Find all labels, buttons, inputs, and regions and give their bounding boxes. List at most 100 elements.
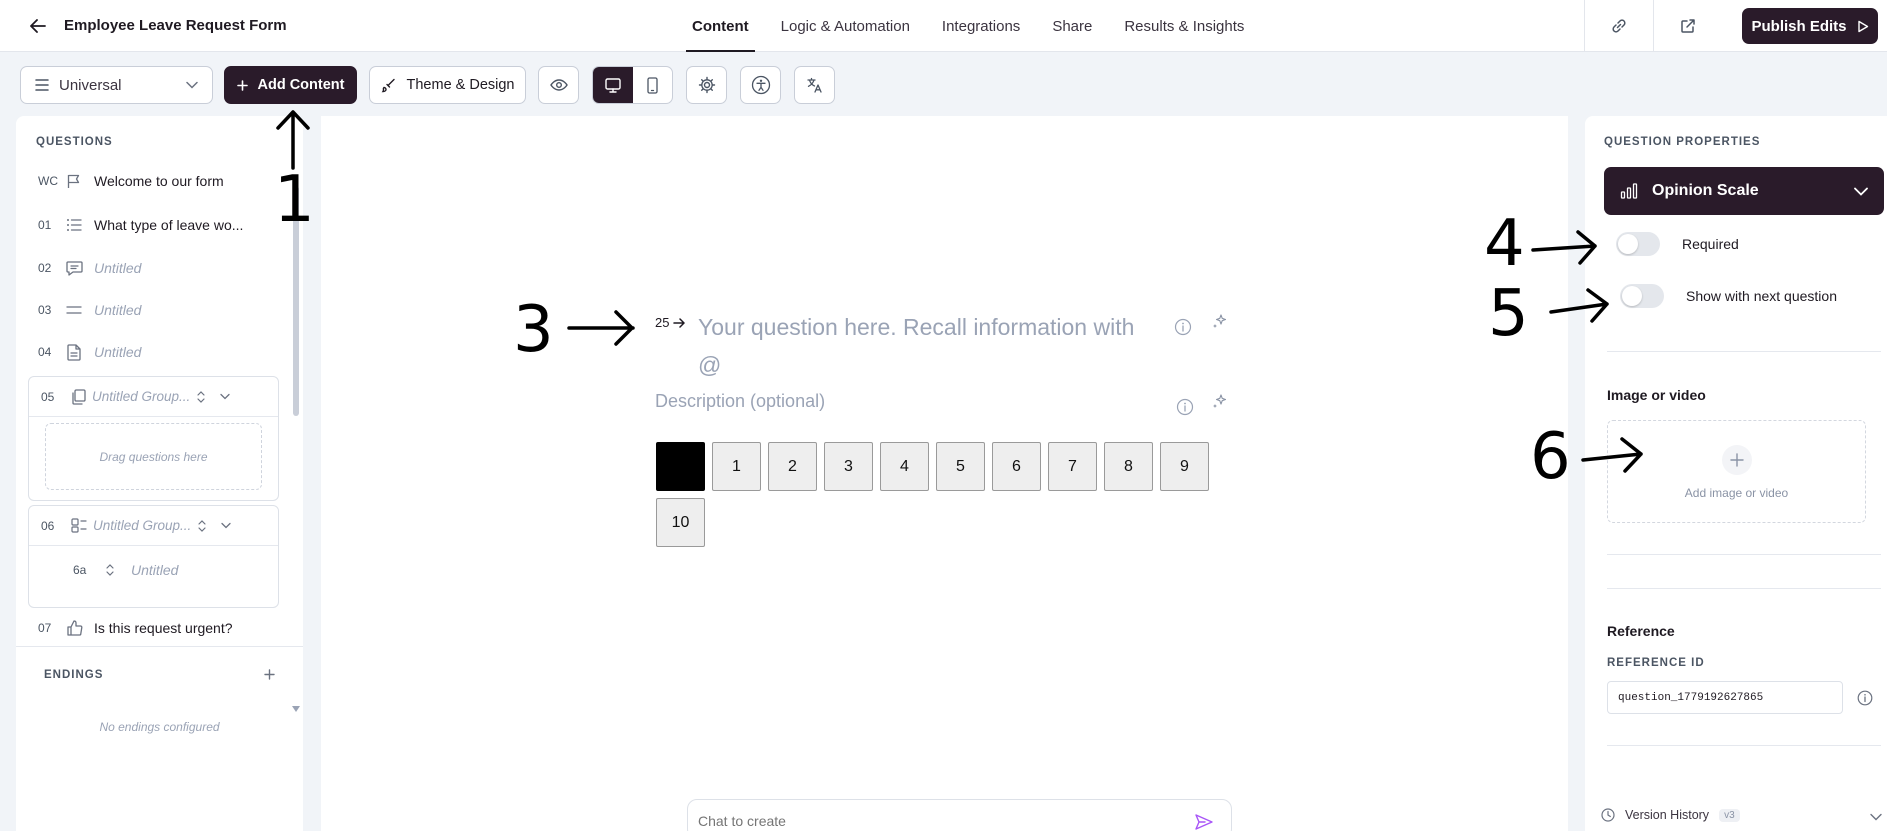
group-title: Untitled Group... — [93, 518, 192, 533]
publish-label: Publish Edits — [1751, 17, 1847, 35]
sort-arrows-icon[interactable] — [197, 519, 207, 533]
external-link-icon — [1681, 19, 1695, 33]
show-next-toggle[interactable] — [1620, 284, 1664, 308]
clock-icon — [1601, 808, 1615, 822]
copy-link-button[interactable] — [1584, 0, 1653, 52]
menu-icon — [35, 79, 49, 91]
media-add-label: Add image or video — [1684, 485, 1789, 500]
scale-option-5[interactable]: 5 — [936, 442, 985, 491]
version-history-label: Version History — [1625, 808, 1710, 822]
scroll-down-icon[interactable] — [292, 706, 300, 712]
annotation-arrow-4 — [1531, 230, 1597, 265]
publish-edits-button[interactable]: Publish Edits — [1742, 8, 1878, 44]
scale-option-9[interactable]: 9 — [1160, 442, 1209, 491]
add-content-label: Add Content — [257, 77, 345, 93]
question-text: Untitled — [94, 302, 142, 318]
scale-option-7[interactable]: 7 — [1048, 442, 1097, 491]
group-header-05[interactable]: 05 Untitled Group... — [29, 377, 278, 417]
question-item-04[interactable]: 04 Untitled — [24, 334, 279, 370]
view-select[interactable]: Universal — [20, 66, 213, 104]
scale-option-8[interactable]: 8 — [1104, 442, 1153, 491]
question-item-07[interactable]: 07 Is this request urgent? — [24, 610, 279, 646]
chevron-down-icon[interactable] — [220, 393, 230, 400]
send-icon[interactable] — [1195, 814, 1213, 830]
info-icon[interactable] — [1174, 318, 1192, 336]
divider — [1607, 745, 1881, 746]
question-item-welcome[interactable]: WC Welcome to our form — [24, 163, 279, 199]
eye-icon — [549, 79, 568, 91]
chevron-down-icon — [186, 81, 198, 89]
ai-sparkle-icon[interactable] — [1211, 312, 1229, 330]
add-content-button[interactable]: Add Content — [224, 66, 357, 104]
tab-results-insights[interactable]: Results & Insights — [1108, 0, 1260, 52]
scale-option-3[interactable]: 3 — [824, 442, 873, 491]
question-item-01[interactable]: 01 What type of leave wo... — [24, 207, 279, 243]
info-icon[interactable] — [1857, 690, 1873, 706]
accessibility-icon — [751, 75, 770, 95]
open-external-button[interactable] — [1653, 0, 1722, 52]
sort-arrows-icon[interactable] — [196, 390, 206, 404]
annotation-arrow-3 — [567, 310, 635, 346]
required-toggle[interactable] — [1616, 232, 1660, 256]
mobile-view-button[interactable] — [633, 67, 673, 103]
group-header-06[interactable]: 06 Untitled Group... — [29, 506, 278, 546]
add-ending-icon[interactable] — [264, 669, 275, 680]
required-label: Required — [1682, 236, 1739, 252]
reference-heading: Reference — [1607, 623, 1675, 639]
question-item-03[interactable]: 03 Untitled — [24, 292, 279, 328]
thumbs-up-icon — [62, 620, 86, 636]
question-index-number: 25 — [655, 315, 670, 330]
settings-button[interactable] — [686, 66, 727, 104]
question-item-02[interactable]: 02 Untitled — [24, 250, 279, 286]
chat-box — [687, 799, 1232, 831]
arrow-right-icon — [673, 317, 686, 328]
equals-icon — [62, 305, 86, 315]
reference-id-input[interactable] — [1607, 681, 1843, 714]
grid-layout-icon — [71, 518, 87, 533]
tab-content[interactable]: Content — [676, 0, 765, 52]
required-toggle-row[interactable]: Required — [1616, 232, 1739, 256]
question-title-input[interactable]: Your question here. Recall information w… — [698, 308, 1168, 384]
back-button[interactable] — [26, 15, 50, 37]
chevron-down-icon — [1854, 187, 1868, 196]
plus-circle-icon — [1721, 444, 1752, 475]
scale-option-4[interactable]: 4 — [880, 442, 929, 491]
annotation-number-4: 4 — [1484, 207, 1525, 281]
scale-option-0[interactable] — [656, 442, 705, 491]
version-history-row[interactable]: Version History v3 — [1601, 808, 1740, 822]
drop-zone[interactable]: Drag questions here — [45, 423, 262, 490]
annotation-arrow-1 — [276, 110, 310, 170]
description-input[interactable]: Description (optional) — [655, 391, 825, 412]
paint-brush-icon — [381, 78, 395, 93]
scale-option-2[interactable]: 2 — [768, 442, 817, 491]
accessibility-button[interactable] — [740, 66, 781, 104]
preview-button[interactable] — [538, 66, 579, 104]
translate-button[interactable] — [794, 66, 835, 104]
question-type-select[interactable]: Opinion Scale — [1604, 167, 1884, 215]
theme-design-button[interactable]: Theme & Design — [369, 66, 526, 104]
media-heading: Image or video — [1607, 387, 1706, 403]
question-text: What type of leave wo... — [94, 217, 244, 233]
tab-logic-automation[interactable]: Logic & Automation — [765, 0, 926, 52]
endings-label: ENDINGS — [44, 668, 104, 681]
question-number: 04 — [38, 345, 52, 359]
question-group-06: 06 Untitled Group... 6a Untitled — [28, 505, 279, 608]
properties-label: QUESTION PROPERTIES — [1604, 136, 1761, 148]
chevron-down-icon[interactable] — [1870, 813, 1882, 821]
flag-icon — [62, 173, 86, 189]
ai-sparkle-icon[interactable] — [1211, 392, 1229, 410]
chevron-down-icon[interactable] — [221, 522, 231, 529]
question-index: 25 — [655, 315, 686, 330]
question-text: Untitled — [94, 260, 142, 276]
scale-option-6[interactable]: 6 — [992, 442, 1041, 491]
tab-integrations[interactable]: Integrations — [926, 0, 1036, 52]
scale-option-1[interactable]: 1 — [712, 442, 761, 491]
form-title: Employee Leave Request Form — [64, 17, 287, 34]
chat-input[interactable] — [698, 813, 1158, 829]
question-item-6a[interactable]: 6a Untitled — [29, 546, 278, 594]
show-next-toggle-row[interactable]: Show with next question — [1620, 284, 1837, 308]
desktop-view-button[interactable] — [593, 67, 633, 103]
tab-share[interactable]: Share — [1036, 0, 1108, 52]
scale-option-10[interactable]: 10 — [656, 498, 705, 547]
info-icon[interactable] — [1176, 398, 1194, 416]
